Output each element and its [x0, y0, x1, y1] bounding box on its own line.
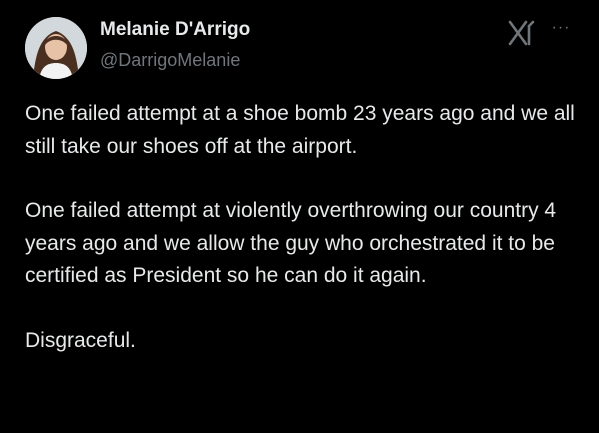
x-logo-icon	[508, 20, 536, 46]
author-display-name[interactable]: Melanie D'Arrigo	[100, 19, 250, 41]
more-options-icon[interactable]: ···	[548, 18, 574, 38]
post-paragraph: One failed attempt at violently overthro…	[25, 199, 557, 287]
post-paragraph: One failed attempt at a shoe bomb 23 yea…	[25, 102, 575, 158]
post-paragraph: Disgraceful.	[25, 328, 136, 352]
author-handle[interactable]: @DarrigoMelanie	[100, 50, 240, 71]
post-text: One failed attempt at a shoe bomb 23 yea…	[25, 98, 585, 357]
post-card: Melanie D'Arrigo @DarrigoMelanie ··· One…	[0, 0, 599, 433]
avatar[interactable]	[25, 17, 87, 79]
avatar-image	[25, 17, 87, 79]
